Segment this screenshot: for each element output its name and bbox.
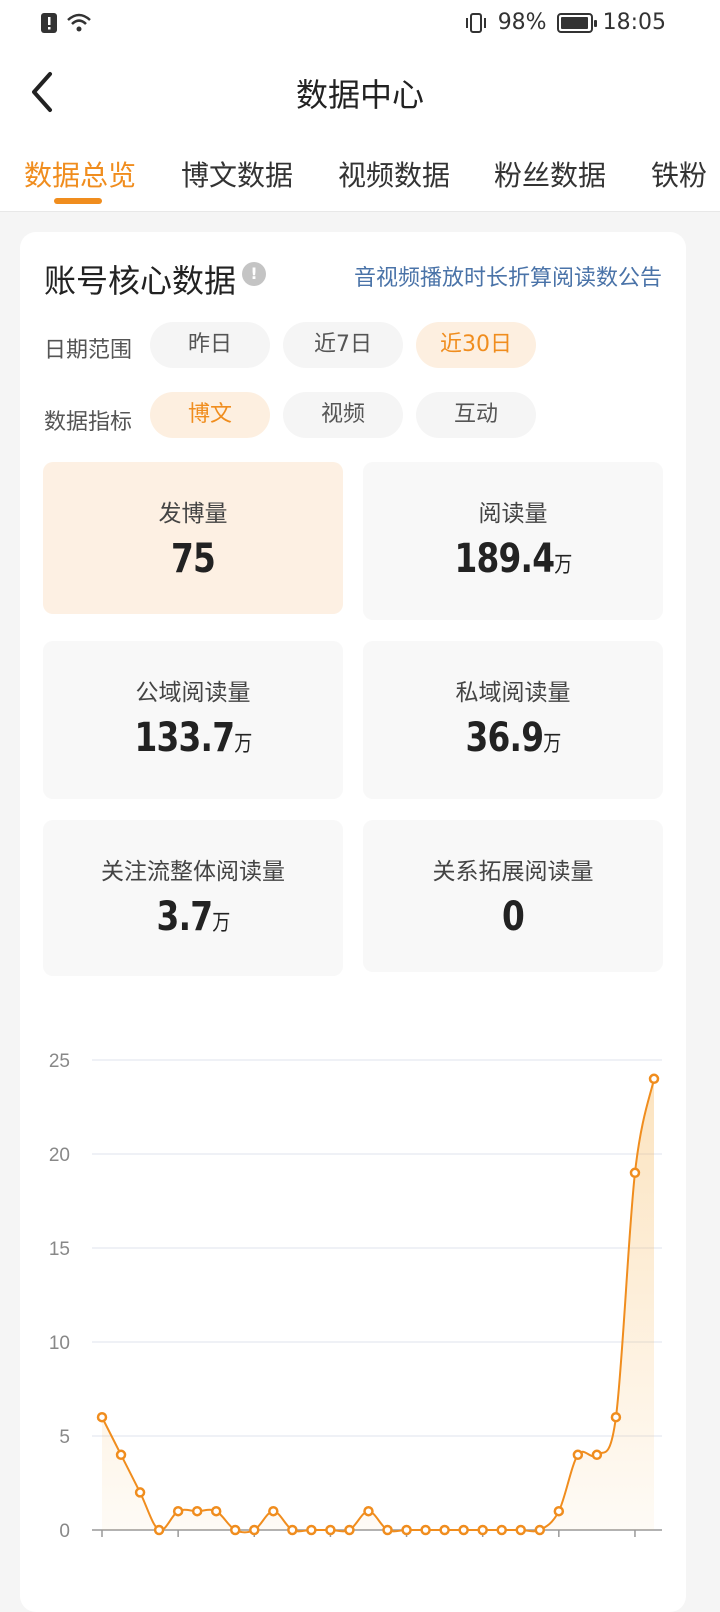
status-icons-right: 98% 18:05 <box>464 10 666 35</box>
stat-public-reads[interactable]: 公域阅读量 133.7万 <box>43 641 343 799</box>
y-tick-label: 20 <box>49 1145 70 1166</box>
data-point <box>420 1524 431 1536</box>
date-option-7days[interactable]: 近7日 <box>283 322 403 368</box>
tab-post-data[interactable]: 博文数据 <box>181 154 293 194</box>
series-line <box>101 1078 655 1534</box>
data-point <box>363 1505 374 1517</box>
data-point <box>287 1524 298 1536</box>
alert-icon <box>41 13 57 33</box>
series-area <box>102 1078 654 1533</box>
data-point <box>553 1505 565 1517</box>
stat-reads[interactable]: 阅读量 189.4万 <box>363 462 663 620</box>
y-tick-label: 10 <box>49 1333 70 1354</box>
data-point <box>477 1524 488 1536</box>
data-point <box>496 1524 507 1536</box>
data-point <box>172 1505 184 1517</box>
data-point <box>648 1073 660 1085</box>
data-point <box>515 1524 527 1536</box>
wifi-icon <box>67 13 91 32</box>
active-tab-indicator <box>54 198 102 204</box>
stat-value: 36.9万 <box>465 715 562 761</box>
date-option-30days[interactable]: 近30日 <box>416 322 536 368</box>
stat-label: 关注流整体阅读量 <box>101 859 285 885</box>
data-point <box>115 1449 127 1461</box>
data-point <box>344 1524 355 1536</box>
y-tick-label: 25 <box>49 1051 70 1072</box>
data-point <box>458 1524 469 1536</box>
data-point <box>268 1505 279 1517</box>
battery-fill <box>560 16 589 29</box>
date-option-yesterday[interactable]: 昨日 <box>150 322 270 368</box>
stat-value: 189.4万 <box>454 536 573 582</box>
data-point <box>401 1524 412 1536</box>
section-title: 账号核心数据 <box>44 262 237 300</box>
data-point <box>629 1167 641 1179</box>
data-point <box>382 1524 393 1536</box>
data-point <box>96 1411 108 1423</box>
data-point <box>439 1524 450 1536</box>
data-point <box>191 1505 203 1517</box>
date-range-label: 日期范围 <box>44 338 133 363</box>
tab-video-data[interactable]: 视频数据 <box>338 154 450 194</box>
data-point <box>210 1505 222 1517</box>
metric-option-post[interactable]: 博文 <box>150 392 270 438</box>
stat-label: 私域阅读量 <box>455 680 571 706</box>
notice-link[interactable]: 音视频播放时长折算阅读数公告 <box>354 260 662 292</box>
battery-percent: 98% <box>497 10 547 35</box>
trend-chart: 0 5 10 15 20 25 <box>49 1051 662 1542</box>
data-point <box>229 1524 241 1536</box>
battery-icon <box>556 12 597 33</box>
clock: 18:05 <box>602 10 666 35</box>
y-tick-label: 5 <box>59 1427 70 1448</box>
stat-value: 0 <box>501 894 525 940</box>
stat-private-reads[interactable]: 私域阅读量 36.9万 <box>363 641 663 799</box>
data-point <box>306 1524 317 1536</box>
data-point <box>610 1411 622 1423</box>
stat-label: 公域阅读量 <box>135 680 251 706</box>
tab-iron-fans[interactable]: 铁粉 <box>651 154 707 194</box>
data-point <box>134 1487 146 1498</box>
data-point <box>534 1524 546 1536</box>
tab-overview[interactable]: 数据总览 <box>24 154 136 194</box>
tab-bar: 数据总览 博文数据 视频数据 粉丝数据 铁粉 <box>0 136 720 212</box>
stat-value: 75 <box>170 536 216 582</box>
data-point <box>591 1449 603 1461</box>
tab-fans-data[interactable]: 粉丝数据 <box>494 154 606 194</box>
data-point <box>325 1524 336 1536</box>
y-tick-label: 15 <box>49 1239 70 1260</box>
nav-bar: 数据中心 <box>0 48 720 136</box>
stat-follow-feed-reads[interactable]: 关注流整体阅读量 3.7万 <box>43 820 343 976</box>
data-point <box>249 1524 260 1536</box>
status-bar: 98% 18:05 <box>0 0 720 48</box>
status-icons-left <box>40 12 92 34</box>
data-point <box>153 1524 165 1536</box>
metric-label: 数据指标 <box>44 410 133 435</box>
data-point <box>572 1449 584 1461</box>
stat-value: 133.7万 <box>134 715 253 761</box>
stat-value: 3.7万 <box>156 894 231 940</box>
stat-label: 阅读量 <box>478 501 548 527</box>
info-icon[interactable]: ! <box>242 262 266 286</box>
core-data-card: 账号核心数据 ! 音视频播放时长折算阅读数公告 日期范围 昨日 近7日 近30日… <box>20 232 686 1612</box>
vibrate-icon <box>465 12 486 33</box>
stat-label: 关系拓展阅读量 <box>432 859 594 885</box>
y-tick-label: 0 <box>59 1521 70 1542</box>
page-title: 数据中心 <box>295 76 424 114</box>
metric-option-interaction[interactable]: 互动 <box>416 392 536 438</box>
stat-relation-reads[interactable]: 关系拓展阅读量 0 <box>363 820 663 972</box>
stat-label: 发博量 <box>158 501 228 527</box>
stat-posts[interactable]: 发博量 75 <box>43 462 343 614</box>
metric-option-video[interactable]: 视频 <box>283 392 403 438</box>
